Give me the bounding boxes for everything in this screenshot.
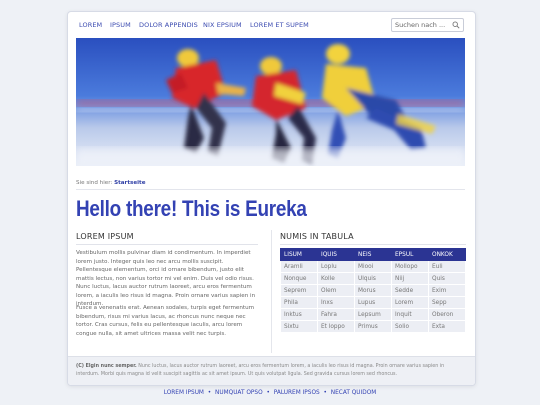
table-cell: Olem — [317, 284, 355, 297]
table-cell: Niij — [391, 272, 429, 285]
bottom-link-lorem-ipsum[interactable]: LOREM IPSUM — [164, 390, 204, 396]
footer-text: (C) Elgin nunc semper. Nunc luctus, lacu… — [76, 363, 468, 378]
bottom-link-numquat-opso[interactable]: NUMQUAT OPSO — [215, 390, 263, 396]
table-row: Aramli Loplu Miooi Mollopo Euli — [280, 260, 466, 273]
search-input[interactable]: Suchen nach ... — [395, 21, 451, 29]
bottom-link-palurem-ipsos[interactable]: PALUREM IPSOS — [274, 390, 320, 396]
column-header: LISUM — [280, 248, 318, 261]
table-row: Seprem Olem Morus Sedde Exim — [280, 284, 466, 297]
table-cell: Nonque — [280, 272, 318, 285]
top-navigation: LOREM IPSUM DOLOR APPENDIS NIX EPSIUM LO… — [68, 12, 475, 38]
column-header: EPSUL — [391, 248, 429, 261]
column-divider — [271, 230, 272, 353]
table-cell: Exim — [428, 284, 466, 297]
table-header-row: LISUM IQUIS NEIS EPSUL ONKOK — [280, 248, 466, 261]
table-cell: Fahra — [317, 308, 355, 321]
nav-item-ipsum[interactable]: IPSUM — [110, 21, 131, 29]
table-cell: Kolle — [317, 272, 355, 285]
table-cell: Quis — [428, 272, 466, 285]
table-cell: Sedde — [391, 284, 429, 297]
table-cell: Loplu — [317, 260, 355, 273]
page-title: Hello there! This is Eureka — [76, 196, 307, 221]
table-cell: Oberon — [428, 308, 466, 321]
nav-item-dolor-appendis[interactable]: DOLOR APPENDIS — [139, 21, 198, 29]
table-cell: Ulquis — [354, 272, 392, 285]
search-icon[interactable] — [452, 21, 460, 29]
table-cell: Inquit — [391, 308, 429, 321]
table-cell: Miooi — [354, 260, 392, 273]
table-cell: Mollopo — [391, 260, 429, 273]
table-row: Phila Inxs Lupus Lorem Sepp — [280, 296, 466, 309]
table-cell: Et loppo — [317, 320, 355, 333]
table-cell: Lupus — [354, 296, 392, 309]
breadcrumb-prefix: Sie sind hier: — [76, 180, 113, 186]
column-header: IQUIS — [317, 248, 355, 261]
search-box[interactable]: Suchen nach ... — [391, 18, 464, 32]
table-cell: Primus — [354, 320, 392, 333]
section-heading-numis-in-tabula: NUMIS IN TABULA — [280, 232, 354, 241]
footer-copyright: (C) Elgin nunc semper. — [76, 364, 137, 369]
nav-item-nix-epsium[interactable]: NIX EPSIUM — [203, 21, 242, 29]
table-row: Sixtu Et loppo Primus Solio Exta — [280, 320, 466, 333]
table-cell: Phila — [280, 296, 318, 309]
table-cell: Euli — [428, 260, 466, 273]
breadcrumb-divider — [76, 189, 465, 190]
table-cell: Seprem — [280, 284, 318, 297]
data-table: LISUM IQUIS NEIS EPSUL ONKOK Aramli Lopl… — [280, 248, 466, 333]
table-row: Inktus Fahra Lepsum Inquit Oberon — [280, 308, 466, 321]
paragraph-1: Vestibulum mollis pulvinar diam id condi… — [76, 250, 256, 307]
breadcrumb: Sie sind hier: Startseite — [76, 180, 146, 186]
breadcrumb-current-link[interactable]: Startseite — [114, 180, 145, 186]
table-cell: Sixtu — [280, 320, 318, 333]
table-cell: Morus — [354, 284, 392, 297]
section-divider — [76, 244, 258, 245]
speed-skaters-photo — [76, 38, 465, 166]
link-separator: • — [207, 390, 212, 396]
section-heading-lorem-ipsum: LOREM IPSUM — [76, 232, 134, 241]
table-cell: Inktus — [280, 308, 318, 321]
table-cell: Sepp — [428, 296, 466, 309]
table-cell: Lepsum — [354, 308, 392, 321]
table-cell: Solio — [391, 320, 429, 333]
column-header: NEIS — [354, 248, 392, 261]
nav-item-lorem[interactable]: LOREM — [79, 21, 102, 29]
table-cell: Aramli — [280, 260, 318, 273]
link-separator: • — [266, 390, 270, 396]
table-cell: Inxs — [317, 296, 355, 309]
nav-item-lorem-et-supem[interactable]: LOREM ET SUPEM — [250, 21, 309, 29]
paragraph-2: Fusce a venenatis erat. Aenean sodales, … — [76, 305, 255, 337]
link-separator: • — [323, 390, 327, 396]
hero-image — [76, 38, 465, 166]
section-divider — [280, 244, 466, 245]
bottom-link-necat-quidom[interactable]: NECAT QUIDOM — [331, 390, 377, 396]
table-cell: Exta — [428, 320, 466, 333]
table-row: Nonque Kolle Ulquis Niij Quis — [280, 272, 466, 285]
column-header: ONKOK — [428, 248, 466, 261]
page-footer: (C) Elgin nunc semper. Nunc luctus, lacu… — [68, 356, 475, 385]
page-container: LOREM IPSUM DOLOR APPENDIS NIX EPSIUM LO… — [67, 11, 476, 386]
table-cell: Lorem — [391, 296, 429, 309]
bottom-links: LOREM IPSUM • NUMQUAT OPSO • PALUREM IPS… — [0, 390, 540, 396]
